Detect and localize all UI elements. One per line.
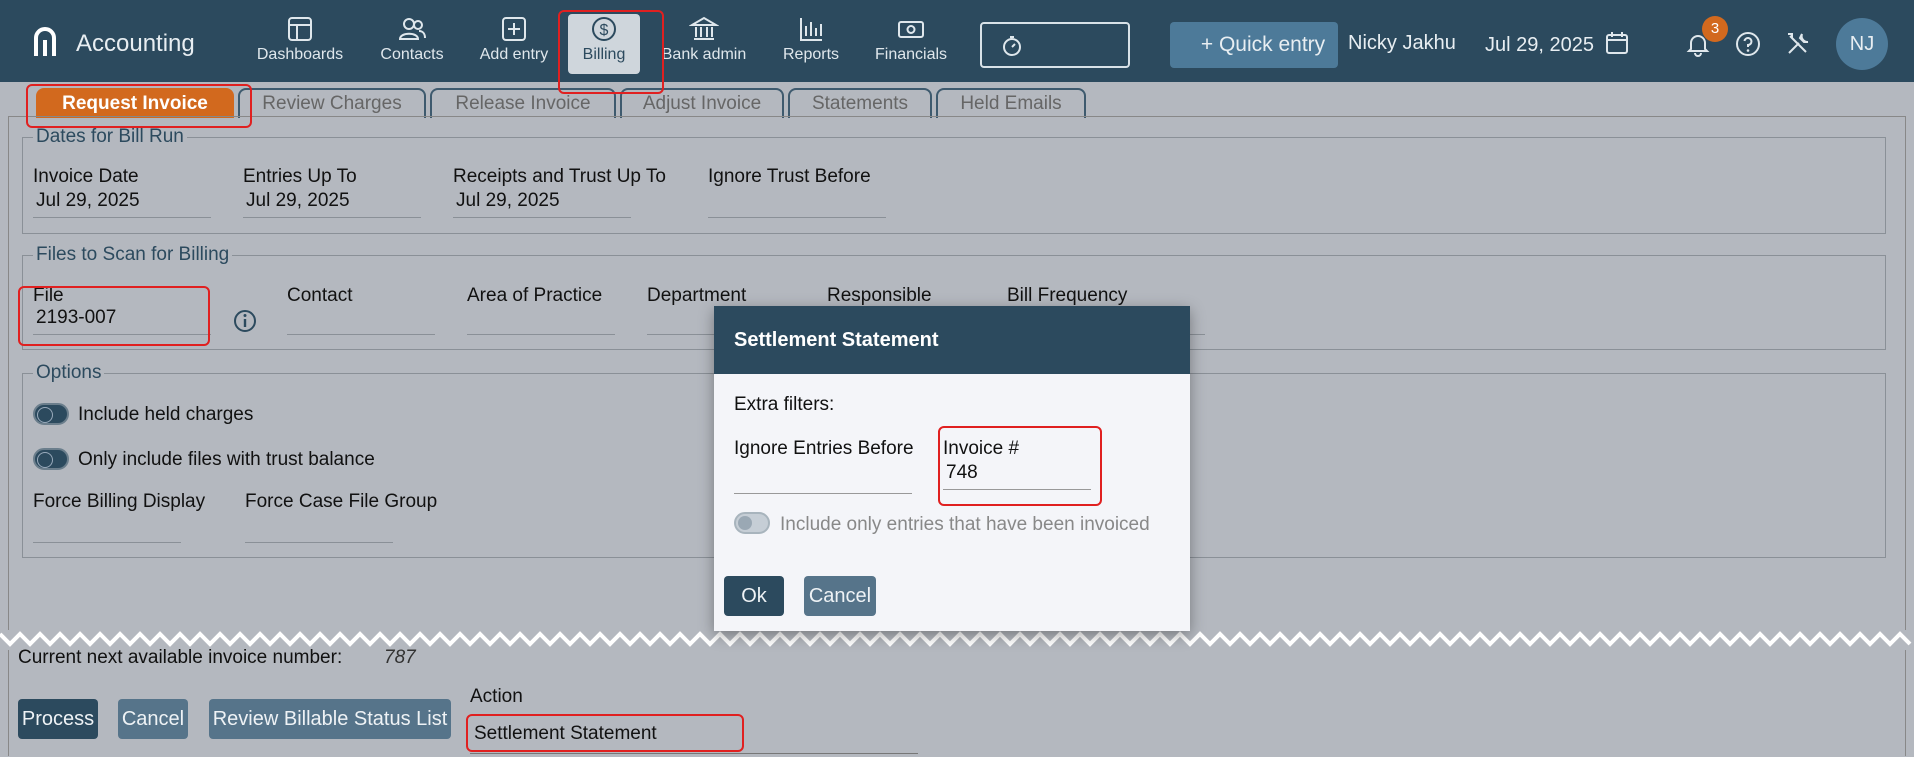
- options-legend: Options: [36, 362, 102, 383]
- area-of-practice-label: Area of Practice: [467, 285, 603, 306]
- dialog-cancel-button[interactable]: Cancel: [804, 576, 876, 616]
- nav-label: Add entry: [479, 46, 549, 63]
- cancel-button[interactable]: Cancel: [118, 699, 188, 739]
- top-navigation-bar: Accounting Dashboards Contacts Add entry…: [0, 0, 1914, 82]
- extra-filters-label: Extra filters:: [734, 394, 835, 415]
- nav-label: Financials: [874, 46, 948, 63]
- info-icon[interactable]: [232, 308, 258, 334]
- department-label: Department: [647, 285, 747, 306]
- tools-icon[interactable]: [1784, 30, 1812, 58]
- highlight-action: [466, 714, 744, 752]
- contacts-icon: [397, 14, 427, 44]
- dates-legend: Dates for Bill Run: [36, 126, 184, 147]
- calendar-icon[interactable]: [1604, 30, 1630, 56]
- money-icon: [896, 14, 926, 44]
- current-date[interactable]: Jul 29, 2025: [1485, 34, 1594, 57]
- ignore-entries-field[interactable]: [734, 466, 912, 494]
- receipts-trust-field[interactable]: Jul 29, 2025: [453, 190, 631, 218]
- next-invoice-number: 787: [384, 647, 416, 668]
- tab-held-emails[interactable]: Held Emails: [936, 88, 1086, 118]
- nav-dashboards[interactable]: Dashboards: [252, 14, 348, 74]
- help-icon[interactable]: [1734, 30, 1762, 58]
- only-invoiced-toggle[interactable]: [734, 512, 770, 534]
- nav-financials[interactable]: Financials: [870, 14, 952, 74]
- dialog-title: Settlement Statement: [714, 306, 1190, 374]
- force-case-label: Force Case File Group: [245, 491, 438, 512]
- avatar[interactable]: NJ: [1836, 18, 1888, 70]
- nav-add-entry[interactable]: Add entry: [474, 14, 554, 74]
- responsible-label: Responsible: [827, 285, 932, 306]
- timer-button[interactable]: [980, 22, 1130, 68]
- include-held-label: Include held charges: [78, 404, 254, 425]
- ignore-trust-field[interactable]: [708, 190, 886, 218]
- only-trust-label: Only include files with trust balance: [78, 449, 375, 470]
- nav-reports[interactable]: Reports: [776, 14, 846, 74]
- highlight-file: [18, 286, 210, 346]
- nav-label: Bank admin: [661, 46, 747, 63]
- nav-label: Dashboards: [256, 46, 344, 63]
- only-invoiced-label: Include only entries that have been invo…: [780, 514, 1150, 535]
- next-invoice-label: Current next available invoice number:: [18, 647, 343, 668]
- action-label: Action: [470, 686, 523, 707]
- nav-contacts[interactable]: Contacts: [374, 14, 450, 74]
- highlight-invoice-number: [938, 426, 1102, 506]
- app-logo-icon: [30, 26, 60, 58]
- include-held-toggle[interactable]: [33, 403, 69, 425]
- ok-button[interactable]: Ok: [724, 576, 784, 616]
- force-billing-field[interactable]: [33, 515, 181, 543]
- user-name[interactable]: Nicky Jakhu: [1348, 32, 1456, 55]
- entries-up-to-label: Entries Up To: [243, 166, 357, 187]
- nav-label: Contacts: [380, 46, 444, 63]
- highlight-billing: [558, 10, 664, 94]
- add-entry-icon: [499, 14, 529, 44]
- notification-badge: 3: [1702, 16, 1728, 42]
- stopwatch-icon: [1003, 36, 1021, 56]
- quick-entry-button[interactable]: + Quick entry: [1170, 22, 1338, 68]
- receipts-trust-label: Receipts and Trust Up To: [453, 166, 666, 187]
- bank-icon: [688, 14, 720, 44]
- force-case-field[interactable]: [245, 515, 393, 543]
- process-button[interactable]: Process: [18, 699, 98, 739]
- ignore-trust-label: Ignore Trust Before: [708, 166, 871, 187]
- review-billable-status-button[interactable]: Review Billable Status List: [209, 699, 451, 739]
- app-title: Accounting: [76, 30, 195, 57]
- dashboard-icon: [285, 14, 315, 44]
- bill-frequency-label: Bill Frequency: [1007, 285, 1128, 306]
- highlight-request-invoice: [26, 84, 252, 128]
- invoice-date-field[interactable]: Jul 29, 2025: [33, 190, 211, 218]
- force-billing-label: Force Billing Display: [33, 491, 206, 512]
- nav-label: Reports: [782, 46, 840, 63]
- area-of-practice-field[interactable]: [467, 307, 615, 335]
- invoice-date-label: Invoice Date: [33, 166, 139, 187]
- ignore-entries-label: Ignore Entries Before: [734, 438, 914, 459]
- only-trust-toggle[interactable]: [33, 448, 69, 470]
- contact-label: Contact: [287, 285, 353, 306]
- contact-field[interactable]: [287, 307, 435, 335]
- tab-statements[interactable]: Statements: [788, 88, 932, 118]
- bar-chart-icon: [796, 14, 826, 44]
- entries-up-to-field[interactable]: Jul 29, 2025: [243, 190, 421, 218]
- nav-bank-admin[interactable]: Bank admin: [656, 14, 752, 74]
- tab-review-charges[interactable]: Review Charges: [238, 88, 426, 118]
- files-legend: Files to Scan for Billing: [36, 244, 230, 265]
